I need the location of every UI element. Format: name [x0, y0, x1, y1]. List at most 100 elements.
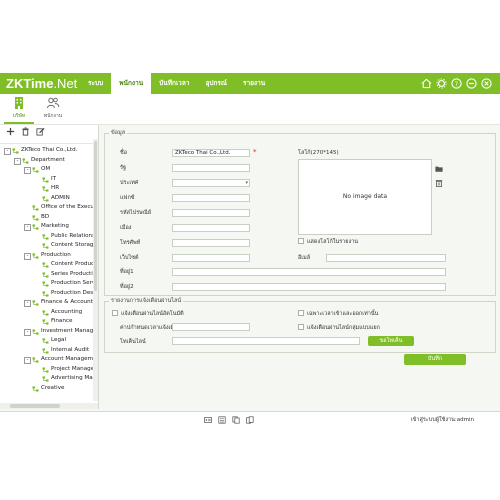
- tree-node[interactable]: - Department: [0, 156, 98, 166]
- tree-node[interactable]: Internal Audit: [0, 346, 98, 356]
- org-node-icon: [42, 176, 49, 183]
- id-card-icon[interactable]: [204, 416, 212, 424]
- tree-node-label: Office of the Executive: [41, 204, 99, 210]
- tree-node-label: Marketing: [41, 223, 69, 229]
- copy-icon[interactable]: [232, 416, 240, 424]
- menu-device[interactable]: อุปกรณ์: [197, 73, 235, 94]
- address1-field[interactable]: [172, 268, 446, 276]
- delete-icon[interactable]: [21, 127, 30, 136]
- tree-node-label: Creative: [41, 384, 65, 391]
- tree-vertical-scrollbar[interactable]: [93, 139, 98, 401]
- tree-node[interactable]: Production Service: [0, 279, 98, 289]
- tree-node[interactable]: Finance: [0, 317, 98, 327]
- late-only-checkbox[interactable]: [298, 310, 304, 316]
- tax-field[interactable]: [172, 164, 250, 172]
- org-node-icon: [32, 252, 39, 259]
- org-node-icon: [32, 328, 39, 335]
- phone-field[interactable]: [172, 239, 250, 247]
- list-icon[interactable]: [218, 416, 226, 424]
- tree-toggle-icon[interactable]: -: [24, 224, 31, 231]
- tree-toggle-icon[interactable]: -: [24, 167, 31, 174]
- tree-node-label: Content Production: [51, 261, 98, 267]
- tree-node[interactable]: - Investment Management: [0, 327, 98, 337]
- line-group-label: แจ้งเตือนผ่านไลน์กลุ่มแบบแยก: [307, 325, 380, 331]
- notify-time-field[interactable]: [172, 323, 250, 331]
- menu-report[interactable]: รายงาน: [235, 73, 273, 94]
- city-label: เมือง: [120, 225, 132, 231]
- tree-node[interactable]: Accounting: [0, 308, 98, 318]
- tree-toggle-icon[interactable]: -: [14, 157, 21, 165]
- website-field[interactable]: [172, 254, 250, 262]
- org-node-icon: [42, 281, 49, 287]
- tree-node[interactable]: Public Relations: [0, 232, 98, 242]
- org-node-icon: [32, 224, 39, 230]
- tab-employee[interactable]: พนักงาน: [38, 96, 68, 122]
- tree-node[interactable]: Legal: [0, 336, 98, 346]
- minimize-icon[interactable]: [466, 78, 477, 89]
- tree-node[interactable]: - ZKTeco Thai Co.,Ltd.: [0, 146, 98, 156]
- tree-toggle-icon[interactable]: -: [24, 300, 31, 307]
- tree-node[interactable]: HR: [0, 184, 98, 194]
- svg-text:?: ?: [455, 80, 458, 88]
- country-select[interactable]: [172, 179, 250, 187]
- menu-attendance[interactable]: บันทึกเวลา: [151, 73, 197, 94]
- auto-line-checkbox[interactable]: [112, 310, 118, 316]
- email-field[interactable]: [326, 254, 446, 262]
- tree-node[interactable]: Production Design: [0, 289, 98, 299]
- city-field[interactable]: [172, 224, 250, 232]
- tree-vscroll-thumb[interactable]: [94, 141, 97, 291]
- edit-icon[interactable]: [36, 127, 45, 136]
- menu-system[interactable]: ระบบ: [80, 73, 111, 94]
- fax-field[interactable]: [172, 194, 250, 202]
- tree-node[interactable]: ADMIN: [0, 194, 98, 204]
- documents-icon[interactable]: [246, 416, 254, 424]
- postcode-field[interactable]: [172, 209, 250, 217]
- get-token-button[interactable]: ขอโทเค็น: [368, 336, 414, 346]
- name-field[interactable]: ZKTeco Thai Co.,Ltd.: [172, 149, 250, 157]
- tree-node[interactable]: - Finance & Accounting: [0, 298, 98, 308]
- name-label: ชื่อ: [120, 150, 128, 156]
- tree-node[interactable]: Project Management: [0, 365, 98, 375]
- token-field[interactable]: [172, 337, 360, 345]
- org-node-icon: [42, 319, 49, 325]
- tree-node-label: Department: [31, 156, 65, 163]
- tree-toggle-icon[interactable]: -: [24, 252, 31, 260]
- tree-node[interactable]: - OM: [0, 165, 98, 175]
- tree-toggle-icon[interactable]: -: [24, 357, 31, 364]
- tree-node[interactable]: Content Storage: [0, 241, 98, 251]
- tree-hscroll-thumb[interactable]: [10, 404, 60, 408]
- department-panel: - ZKTeco Thai Co.,Ltd. - Department - OM IT HR A…: [0, 125, 99, 409]
- save-button[interactable]: บันทึก: [404, 354, 466, 365]
- menu-employee[interactable]: พนักงาน: [111, 73, 152, 94]
- tree-node[interactable]: - Marketing: [0, 222, 98, 232]
- address2-field[interactable]: [172, 283, 446, 291]
- help-icon[interactable]: ?: [451, 78, 462, 89]
- close-icon[interactable]: [481, 78, 492, 89]
- tree-node[interactable]: Creative: [0, 384, 98, 394]
- tree-node[interactable]: - Production: [0, 251, 98, 261]
- tree-node[interactable]: Office of the Executive: [0, 203, 98, 213]
- home-icon[interactable]: [421, 78, 432, 89]
- tree-node[interactable]: Series Production: [0, 270, 98, 280]
- tree-horizontal-scrollbar[interactable]: [0, 403, 98, 409]
- org-node-icon: [42, 262, 49, 268]
- org-node-icon: [42, 233, 49, 240]
- trash-icon[interactable]: [435, 179, 443, 187]
- tree-node[interactable]: Advertising Management: [0, 374, 98, 384]
- tree-node[interactable]: Content Production: [0, 260, 98, 270]
- tree-node[interactable]: - Account Management: [0, 355, 98, 365]
- tree-node[interactable]: BD: [0, 213, 98, 223]
- tab-company[interactable]: บริษัท: [4, 96, 34, 124]
- postcode-label: รหัสไปรษณีย์: [120, 210, 152, 216]
- line-group-checkbox[interactable]: [298, 324, 304, 330]
- folder-icon[interactable]: [435, 165, 443, 173]
- tree-toggle-icon[interactable]: -: [4, 148, 11, 155]
- tree-node-label: ADMIN: [51, 194, 70, 201]
- gear-icon[interactable]: [436, 78, 447, 89]
- tree-node[interactable]: IT: [0, 175, 98, 185]
- notify-legend: รายงานการแจ้งเตือนผ่านไลน์: [111, 298, 182, 304]
- tree-toggle-icon[interactable]: -: [24, 328, 31, 336]
- add-icon[interactable]: [6, 127, 15, 136]
- show-logo-checkbox[interactable]: [298, 238, 304, 244]
- auto-line-label: แจ้งเตือนผ่านไลน์อัตโนมัติ: [121, 311, 184, 317]
